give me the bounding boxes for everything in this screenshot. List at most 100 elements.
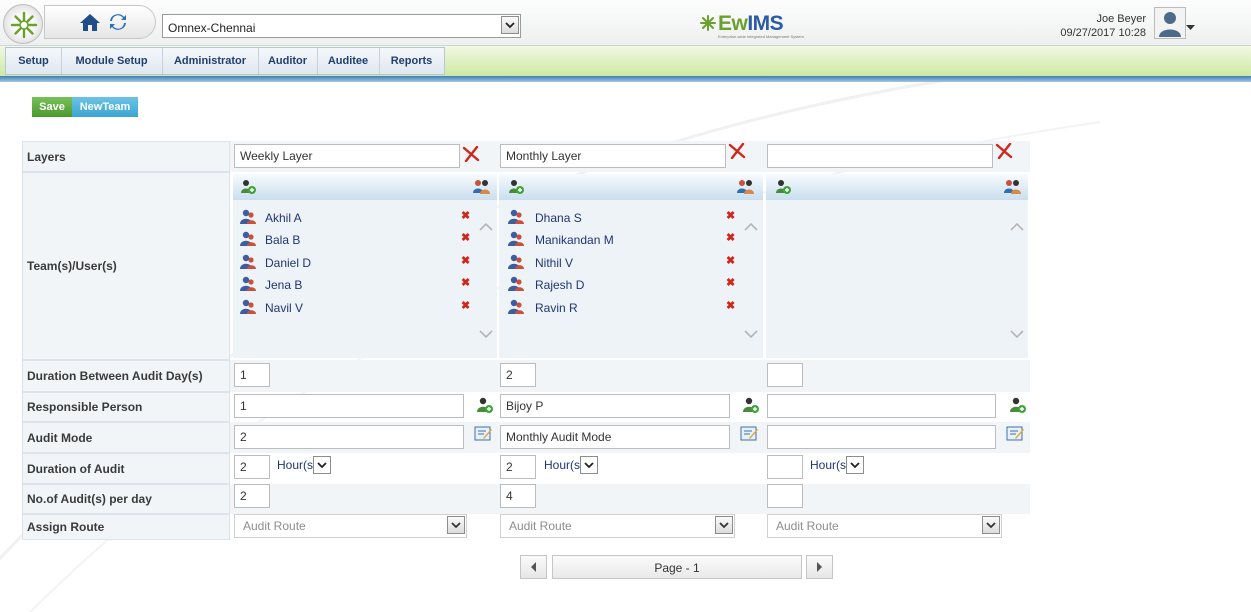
audit-route-select[interactable]: Audit Route [500, 514, 735, 538]
layer-name-input[interactable] [767, 144, 993, 168]
audit-route-placeholder: Audit Route [509, 519, 572, 533]
chevron-right-icon [817, 562, 822, 572]
scroll-down-icon[interactable] [744, 328, 758, 342]
audits-per-day-input[interactable]: 4 [500, 484, 536, 508]
menu-module-setup[interactable]: Module Setup [61, 48, 163, 74]
app-logo-icon[interactable] [3, 4, 43, 44]
remove-layer-icon[interactable] [728, 142, 746, 162]
scroll-down-icon[interactable] [479, 328, 493, 342]
audit-mode-label: Audit Mode [22, 422, 230, 453]
main-menu: Setup Module Setup Administrator Auditor… [5, 47, 445, 75]
save-button[interactable]: Save [32, 97, 72, 117]
chevron-down-icon[interactable] [846, 456, 864, 474]
chevron-down-icon[interactable] [715, 516, 733, 534]
chevron-down-icon[interactable] [580, 456, 598, 474]
user-icon [508, 276, 525, 295]
user-menu-caret-icon[interactable] [1186, 20, 1195, 30]
brand-name: EwIMS [718, 12, 784, 36]
audit-route-select[interactable]: Audit Route [234, 514, 467, 538]
duration-between-input[interactable]: 1 [234, 363, 270, 387]
responsible-person-input[interactable]: Bijoy P [500, 394, 730, 418]
audits-per-day-input[interactable]: 2 [234, 484, 270, 508]
audit-route-select[interactable]: Audit Route [767, 514, 1002, 538]
remove-user-icon[interactable]: ✖ [461, 231, 470, 244]
pick-user-icon[interactable] [476, 397, 494, 417]
site-select-value: Omnex-Chennai [168, 21, 256, 35]
responsible-person-input[interactable]: 1 [234, 394, 464, 418]
page-indicator: Page - 1 [552, 555, 802, 579]
duration-unit-select[interactable]: Hour(s) [540, 455, 600, 477]
pick-user-icon[interactable] [1009, 397, 1027, 417]
user-group-icon[interactable] [737, 179, 755, 198]
add-user-icon[interactable] [508, 179, 524, 198]
pick-user-icon[interactable] [742, 397, 760, 417]
edit-icon[interactable] [740, 425, 759, 445]
menu-setup[interactable]: Setup [6, 48, 62, 74]
avatar[interactable] [1154, 7, 1186, 39]
chevron-down-icon[interactable] [501, 16, 519, 34]
duration-input[interactable]: 2 [234, 455, 270, 479]
remove-layer-icon[interactable] [462, 145, 480, 165]
layer-name-input[interactable]: Weekly Layer [234, 144, 460, 168]
home-icon[interactable] [79, 12, 101, 32]
remove-user-icon[interactable]: ✖ [726, 209, 735, 222]
add-user-icon[interactable] [240, 179, 256, 198]
user-name: Dhana S [535, 211, 582, 225]
list-item: Manikandan M ✖ [499, 231, 763, 251]
refresh-icon[interactable] [109, 13, 127, 31]
remove-user-icon[interactable]: ✖ [726, 231, 735, 244]
duration-unit-select[interactable]: Hour(s) [273, 455, 333, 477]
audit-mode-input[interactable]: Monthly Audit Mode [500, 425, 730, 449]
remove-user-icon[interactable]: ✖ [726, 276, 735, 289]
duration-input[interactable]: 2 [500, 455, 536, 479]
team-users-label: Team(s)/User(s) [22, 172, 230, 360]
chevron-down-icon[interactable] [982, 516, 1000, 534]
scroll-down-icon[interactable] [1010, 328, 1024, 342]
audits-per-day-input[interactable] [767, 484, 803, 508]
edit-icon[interactable] [474, 425, 493, 445]
next-page-button[interactable] [806, 555, 833, 579]
remove-layer-icon[interactable] [995, 142, 1013, 162]
add-user-icon[interactable] [775, 179, 791, 198]
chevron-left-icon [531, 562, 536, 572]
chevron-down-icon[interactable] [313, 456, 331, 474]
prev-page-button[interactable] [520, 555, 547, 579]
team-user-list [766, 200, 1028, 358]
user-name: Ravin R [535, 301, 578, 315]
menu-administrator[interactable]: Administrator [162, 48, 259, 74]
user-group-icon[interactable] [1004, 179, 1022, 198]
edit-icon[interactable] [1006, 425, 1025, 445]
user-icon [240, 276, 257, 295]
remove-user-icon[interactable]: ✖ [461, 254, 470, 267]
chevron-down-icon[interactable] [447, 516, 465, 534]
brand-name-suffix: IMS [747, 12, 784, 35]
duration-between-input[interactable] [767, 363, 803, 387]
audit-mode-input[interactable] [767, 425, 996, 449]
menu-auditor[interactable]: Auditor [258, 48, 318, 74]
scroll-up-icon[interactable] [744, 220, 758, 234]
remove-user-icon[interactable]: ✖ [461, 299, 470, 312]
audit-route-placeholder: Audit Route [243, 519, 306, 533]
list-item: Jena B ✖ [233, 276, 497, 296]
nav-pill [44, 5, 156, 39]
remove-user-icon[interactable]: ✖ [461, 209, 470, 222]
remove-user-icon[interactable]: ✖ [726, 299, 735, 312]
menu-auditee[interactable]: Auditee [317, 48, 380, 74]
duration-between-input[interactable]: 2 [500, 363, 536, 387]
scroll-up-icon[interactable] [1010, 220, 1024, 234]
scroll-up-icon[interactable] [479, 220, 493, 234]
duration-unit-select[interactable]: Hour(s) [806, 455, 866, 477]
audit-mode-input[interactable]: 2 [234, 425, 464, 449]
current-datetime: 09/27/2017 10:28 [1060, 27, 1146, 39]
site-select[interactable]: Omnex-Chennai [162, 14, 521, 38]
user-name: Manikandan M [535, 233, 614, 247]
remove-user-icon[interactable]: ✖ [461, 276, 470, 289]
new-team-button[interactable]: NewTeam [72, 97, 138, 117]
menu-reports[interactable]: Reports [379, 48, 444, 74]
list-item: Dhana S ✖ [499, 209, 763, 229]
duration-input[interactable] [767, 455, 803, 479]
responsible-person-input[interactable] [767, 394, 996, 418]
user-group-icon[interactable] [473, 179, 491, 198]
layer-name-input[interactable]: Monthly Layer [500, 144, 726, 168]
remove-user-icon[interactable]: ✖ [726, 254, 735, 267]
